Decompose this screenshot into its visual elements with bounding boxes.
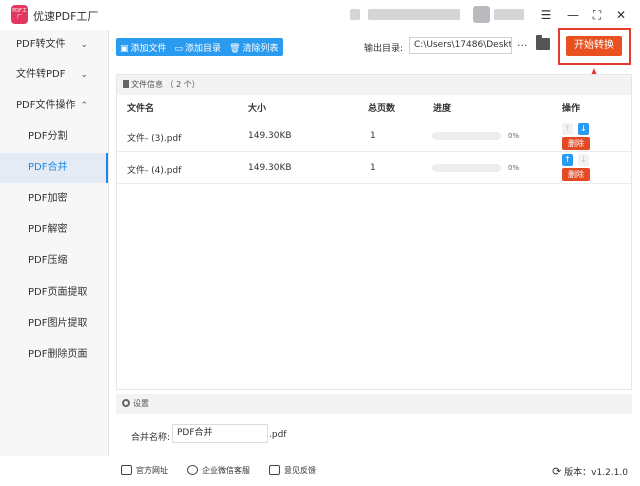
output-dir-label: 输出目录: xyxy=(364,44,404,54)
official-site-link[interactable]: 官方网址 xyxy=(121,465,168,476)
sidebar-item-pdf-delete-pages[interactable]: PDF删除页面 xyxy=(0,340,108,370)
sidebar-item-label: PDF解密 xyxy=(28,224,68,235)
add-file-label: 添加文件 xyxy=(130,43,167,54)
delete-button[interactable]: 删除 xyxy=(562,168,590,181)
column-header-size: 大小 xyxy=(248,104,267,114)
sidebar-item-pdf-encrypt[interactable]: PDF加密 xyxy=(0,184,108,214)
column-header-pages: 总页数 xyxy=(368,104,396,114)
move-up-icon[interactable]: ↑ xyxy=(562,123,573,135)
minimize-icon[interactable]: — xyxy=(563,5,583,25)
column-header-name: 文件名 xyxy=(127,104,155,114)
wechat-support-label: 企业微信客服 xyxy=(202,466,250,475)
official-site-label: 官方网址 xyxy=(136,466,168,475)
footer: 官方网址 企业微信客服 意见反馈 ⟳ 版本：v1.2.1.0 xyxy=(109,456,640,486)
version-label: 版本：v1.2.1.0 xyxy=(564,468,628,478)
close-icon[interactable]: ✕ xyxy=(611,5,631,25)
merge-extension: .pdf xyxy=(269,430,287,440)
progress-percent: 0% xyxy=(508,132,520,140)
settings-header: 设置 xyxy=(116,394,632,414)
trash-icon: 🗑 xyxy=(229,43,241,54)
sidebar-item-pdf-to-file[interactable]: PDF转文件 ⌄ xyxy=(0,30,108,60)
progress-percent: 0% xyxy=(508,164,520,172)
avatar[interactable] xyxy=(473,6,490,23)
add-dir-button[interactable]: ▭ 添加目录 xyxy=(171,41,226,54)
maximize-icon[interactable]: ⛶ xyxy=(587,5,607,25)
sidebar-item-pdf-decrypt[interactable]: PDF解密 xyxy=(0,215,108,245)
file-size: 149.30KB xyxy=(248,163,292,173)
chevron-down-icon: ⌄ xyxy=(80,70,88,80)
sidebar-item-pdf-page-extract[interactable]: PDF页面提取 xyxy=(0,278,108,308)
move-up-icon[interactable]: ↑ xyxy=(562,154,573,166)
more-icon[interactable]: ··· xyxy=(517,39,528,52)
clear-list-button[interactable]: 🗑 清除列表 xyxy=(225,41,282,54)
menu-icon[interactable]: ☰ xyxy=(536,5,556,25)
start-convert-button[interactable]: 开始转换 xyxy=(566,36,622,56)
file-size: 149.30KB xyxy=(248,131,292,141)
settings-title: 设置 xyxy=(133,399,149,408)
blurred-user-name xyxy=(494,9,524,20)
chat-icon xyxy=(187,465,198,475)
add-dir-label: 添加目录 xyxy=(185,43,222,54)
file-name: 文件- (3).pdf xyxy=(127,134,182,144)
move-down-icon[interactable]: ↓ xyxy=(578,123,589,135)
file-info-title: 文件信息 （ 2 个） xyxy=(131,80,200,89)
sidebar-item-pdf-compress[interactable]: PDF压缩 xyxy=(0,246,108,276)
blurred-user-info xyxy=(350,9,360,20)
app-title: 优速PDF工厂 xyxy=(33,10,99,23)
move-down-icon[interactable]: ↓ xyxy=(578,154,589,166)
file-name: 文件- (4).pdf xyxy=(127,166,182,176)
sidebar-item-label: PDF压缩 xyxy=(28,255,68,266)
sidebar-item-pdf-image-extract[interactable]: PDF图片提取 xyxy=(0,309,108,339)
sidebar-item-label: PDF加密 xyxy=(28,193,68,204)
version-info[interactable]: ⟳ 版本：v1.2.1.0 xyxy=(552,465,628,478)
app-logo: PDF工厂 xyxy=(11,5,28,24)
column-header-progress: 进度 xyxy=(433,104,452,114)
sidebar-item-label: PDF页面提取 xyxy=(28,287,88,298)
clear-list-label: 清除列表 xyxy=(242,43,279,54)
sidebar-item-file-to-pdf[interactable]: 文件转PDF ⌄ xyxy=(0,60,108,90)
file-toolbar: ▣ 添加文件 ▭ 添加目录 🗑 清除列表 xyxy=(116,38,283,56)
folder-add-icon: ▭ xyxy=(174,43,184,54)
merge-name-label: 合并名称: xyxy=(131,433,171,443)
output-dir-field[interactable]: C:\Users\17486\Deskto xyxy=(409,37,512,54)
sidebar-item-label: PDF合并 xyxy=(28,162,68,173)
blurred-user-info xyxy=(368,9,460,20)
gear-icon xyxy=(122,399,130,407)
feedback-label: 意见反馈 xyxy=(284,466,316,475)
title-bar: PDF工厂 优速PDF工厂 ☰ — ⛶ ✕ xyxy=(0,0,640,30)
refresh-icon: ⟳ xyxy=(552,465,562,478)
progress-bar xyxy=(432,132,501,140)
wechat-support-link[interactable]: 企业微信客服 xyxy=(187,465,250,476)
sidebar-item-pdf-merge[interactable]: PDF合并 xyxy=(0,153,108,183)
delete-button[interactable]: 删除 xyxy=(562,137,590,150)
sidebar-item-label: PDF分割 xyxy=(28,131,68,142)
sidebar-item-label: PDF删除页面 xyxy=(28,349,88,360)
progress-bar xyxy=(432,164,501,172)
sidebar-item-pdf-operations[interactable]: PDF文件操作 ⌃ xyxy=(0,91,108,121)
monitor-icon xyxy=(121,465,132,475)
sidebar-item-label: PDF转文件 xyxy=(16,39,66,50)
sidebar-item-label: PDF文件操作 xyxy=(16,100,76,111)
chevron-up-icon: ⌃ xyxy=(80,101,88,111)
add-file-button[interactable]: ▣ 添加文件 xyxy=(116,41,171,54)
sidebar-item-label: PDF图片提取 xyxy=(28,318,88,329)
add-file-icon: ▣ xyxy=(120,43,129,54)
sidebar-item-label: 文件转PDF xyxy=(16,69,66,80)
document-icon xyxy=(123,80,129,88)
table-row[interactable]: 文件- (3).pdf 149.30KB 1 0% ↑ ↓ 删除 xyxy=(116,121,632,152)
folder-icon[interactable] xyxy=(536,35,550,50)
file-info-header: 文件信息 （ 2 个） xyxy=(117,75,631,95)
sidebar-item-pdf-split[interactable]: PDF分割 xyxy=(0,122,108,152)
sidebar: PDF转文件 ⌄ 文件转PDF ⌄ PDF文件操作 ⌃ PDF分割 PDF合并 … xyxy=(0,30,109,456)
column-header-ops: 操作 xyxy=(562,104,581,114)
table-row[interactable]: 文件- (4).pdf 149.30KB 1 0% ↑ ↓ 删除 xyxy=(116,153,632,184)
chevron-down-icon: ⌄ xyxy=(80,40,88,50)
feedback-icon xyxy=(269,465,280,475)
page-count: 1 xyxy=(370,131,376,141)
feedback-link[interactable]: 意见反馈 xyxy=(269,465,316,476)
page-count: 1 xyxy=(370,163,376,173)
merge-name-input[interactable]: PDF合并 xyxy=(172,424,268,443)
